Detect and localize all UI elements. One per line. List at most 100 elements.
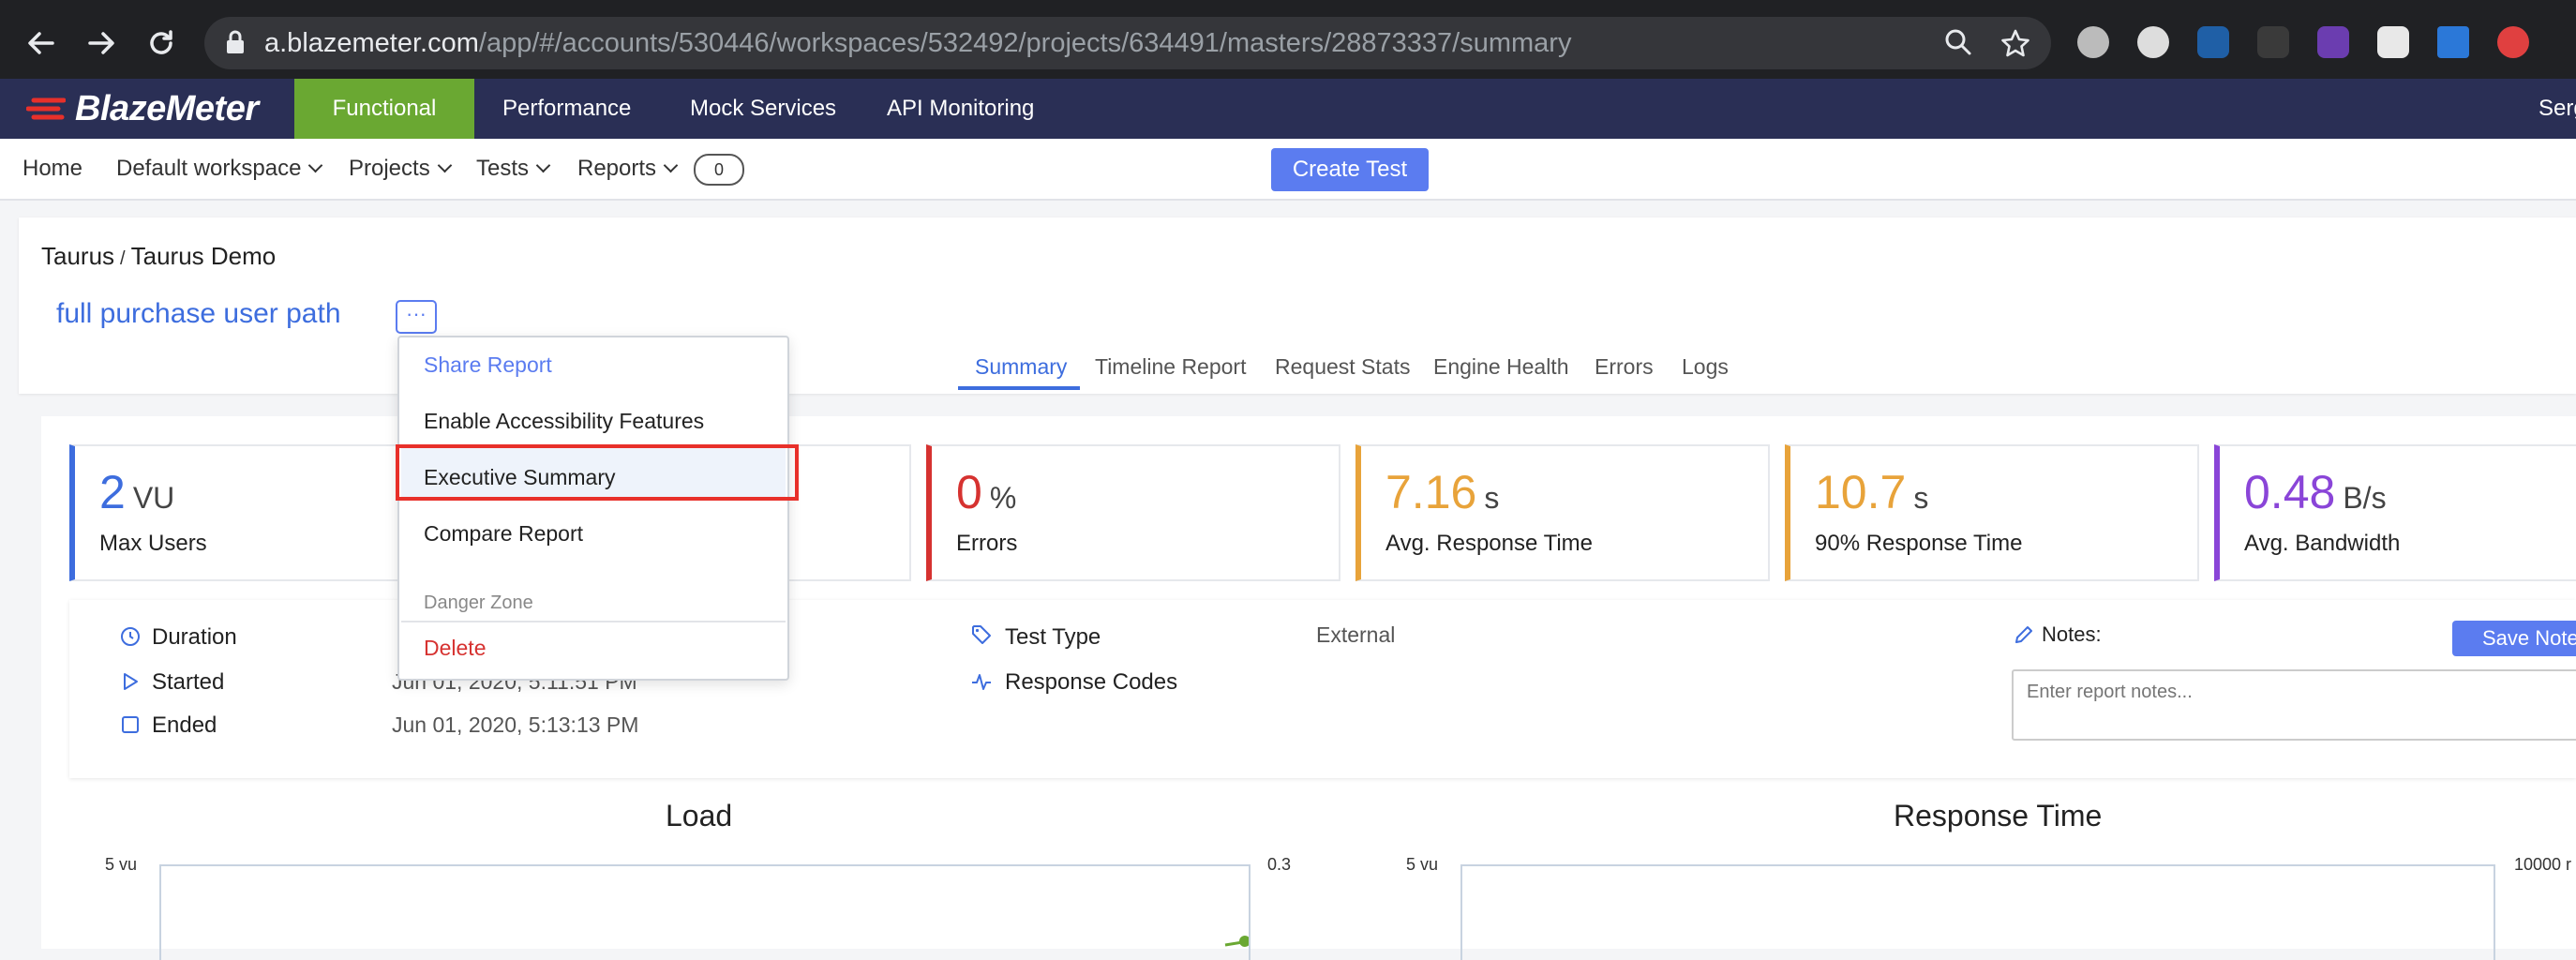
kpi-unit: %	[989, 481, 1017, 515]
bookmark-star-icon[interactable]	[2000, 28, 2030, 63]
url-path: /app/#/accounts/530446/workspaces/532492…	[478, 28, 1572, 58]
response-codes-label[interactable]: Response Codes	[1005, 669, 1177, 696]
duration-label: Duration	[152, 624, 237, 650]
extension-blazemeter-icon[interactable]	[2497, 26, 2529, 58]
nav-functional[interactable]: Functional	[294, 79, 474, 139]
kpi-label: Max Users	[99, 531, 207, 556]
chevron-down-icon	[663, 158, 679, 173]
tag-icon	[971, 624, 992, 645]
kpi-label: Avg. Bandwidth	[2244, 531, 2401, 556]
load-right-axis-label: 0.3	[1267, 855, 1292, 874]
extension-layers-icon[interactable]	[2377, 26, 2409, 58]
tab-errors[interactable]: Errors	[1595, 354, 1654, 380]
started-label: Started	[152, 669, 225, 695]
report-options-menu: Share Report Enable Accessibility Featur…	[397, 336, 789, 681]
active-tab-indicator	[958, 386, 1080, 390]
notes-label: Notes:	[2042, 622, 2102, 646]
save-notes-button[interactable]: Save Note	[2452, 621, 2576, 656]
kpi-value: 0	[956, 466, 982, 518]
url-text: a.blazemeter.com/app/#/accounts/530446/w…	[264, 17, 1571, 69]
brand-name: BlazeMeter	[75, 88, 259, 128]
nav-home[interactable]: Home	[22, 139, 82, 199]
kpi-value: 0.48	[2244, 466, 2336, 518]
response-time-chart-title: Response Time	[1894, 799, 2103, 832]
nav-performance[interactable]: Performance	[502, 79, 631, 139]
logo-mark-icon	[26, 98, 66, 120]
kpi-90-response-time: 10.7 s 90% Response Time	[1785, 444, 2199, 581]
more-options-button[interactable]: ···	[396, 300, 437, 334]
test-type-value: External	[1316, 622, 1396, 647]
kpi-avg-bandwidth: 0.48 B/s Avg. Bandwidth	[2214, 444, 2576, 581]
tab-summary[interactable]: Summary	[975, 354, 1067, 380]
extension-circle-icon[interactable]	[2137, 26, 2169, 58]
kpi-value-row: 0.48 B/s	[2244, 465, 2387, 519]
reload-icon[interactable]	[139, 21, 184, 66]
chevron-down-icon	[308, 158, 323, 173]
kpi-value: 2	[99, 466, 126, 518]
reports-count-badge[interactable]: 0	[694, 154, 744, 186]
response-right-axis-label: 10000 r	[2514, 855, 2572, 874]
extension-purple-icon[interactable]	[2317, 26, 2349, 58]
kpi-label: Errors	[956, 531, 1018, 556]
tab-engine-health[interactable]: Engine Health	[1433, 354, 1569, 380]
kpi-unit: VU	[132, 481, 175, 515]
nav-projects-dropdown[interactable]: Projects	[349, 139, 452, 199]
chevron-down-icon	[437, 158, 452, 173]
pencil-icon	[2014, 624, 2034, 645]
breadcrumb-test[interactable]: Taurus Demo	[131, 242, 277, 270]
nav-mock-services[interactable]: Mock Services	[690, 79, 836, 139]
menu-danger-zone-header: Danger Zone	[424, 592, 533, 613]
kpi-errors: 0% Errors	[926, 444, 1340, 581]
back-arrow-icon[interactable]	[19, 21, 64, 66]
nav-tests-dropdown[interactable]: Tests	[476, 139, 551, 199]
clock-icon	[120, 626, 141, 647]
tests-label: Tests	[476, 156, 530, 181]
extension-gear-icon[interactable]	[2077, 26, 2109, 58]
pulse-icon	[971, 671, 992, 692]
extension-blue-icon[interactable]	[2197, 26, 2229, 58]
tab-logs[interactable]: Logs	[1682, 354, 1729, 380]
browser-toolbar: a.blazemeter.com/app/#/accounts/530446/w…	[0, 0, 2576, 86]
notes-input[interactable]	[2025, 681, 2554, 704]
kpi-value-row: 7.16 s	[1385, 465, 1499, 519]
kpi-value: 10.7	[1815, 466, 1907, 518]
menu-share-report[interactable]: Share Report	[424, 352, 552, 378]
blazemeter-logo[interactable]: BlazeMeter	[26, 79, 259, 139]
test-type-label: Test Type	[1005, 624, 1101, 650]
kpi-value-row: 2 VU	[99, 465, 174, 519]
nav-reports-dropdown[interactable]: Reports	[577, 139, 679, 199]
zoom-icon[interactable]	[1944, 28, 1972, 61]
tab-request-stats[interactable]: Request Stats	[1275, 354, 1410, 380]
forward-arrow-icon[interactable]	[79, 21, 124, 66]
ended-label: Ended	[152, 712, 217, 738]
user-menu[interactable]: Serg	[2539, 79, 2576, 139]
menu-delete[interactable]: Delete	[424, 636, 486, 661]
menu-divider	[401, 621, 786, 622]
tab-timeline-report[interactable]: Timeline Report	[1095, 354, 1246, 380]
nav-workspace-dropdown[interactable]: Default workspace	[116, 139, 323, 199]
notes-textarea-box[interactable]	[2012, 669, 2576, 741]
report-title[interactable]: full purchase user path	[56, 298, 341, 330]
menu-compare-report[interactable]: Compare Report	[424, 521, 583, 547]
lock-icon	[225, 30, 246, 59]
play-icon	[120, 671, 141, 692]
load-left-axis-label: 5 vu	[105, 855, 138, 874]
nav-api-monitoring[interactable]: API Monitoring	[887, 79, 1034, 139]
extension-json-icon[interactable]	[2257, 26, 2289, 58]
menu-enable-accessibility[interactable]: Enable Accessibility Features	[424, 409, 704, 434]
response-time-chart-plot	[1460, 864, 2495, 960]
ended-value: Jun 01, 2020, 5:13:13 PM	[392, 712, 639, 737]
kpi-label: 90% Response Time	[1815, 531, 2023, 556]
address-bar[interactable]: a.blazemeter.com/app/#/accounts/530446/w…	[204, 17, 2051, 69]
load-chart-title: Load	[666, 799, 733, 832]
kpi-avg-response-time: 7.16 s Avg. Response Time	[1355, 444, 1770, 581]
kpi-value-row: 10.7 s	[1815, 465, 1928, 519]
load-chart-line	[1224, 936, 1249, 947]
kpi-label: Avg. Response Time	[1385, 531, 1594, 556]
breadcrumb: Taurus / Taurus Demo	[41, 242, 276, 271]
kpi-unit: B/s	[2343, 481, 2387, 515]
create-test-button[interactable]: Create Test	[1271, 148, 1429, 191]
breadcrumb-project[interactable]: Taurus	[41, 242, 114, 270]
breadcrumb-separator: /	[120, 248, 126, 269]
extension-triangle-icon[interactable]	[2437, 26, 2469, 58]
